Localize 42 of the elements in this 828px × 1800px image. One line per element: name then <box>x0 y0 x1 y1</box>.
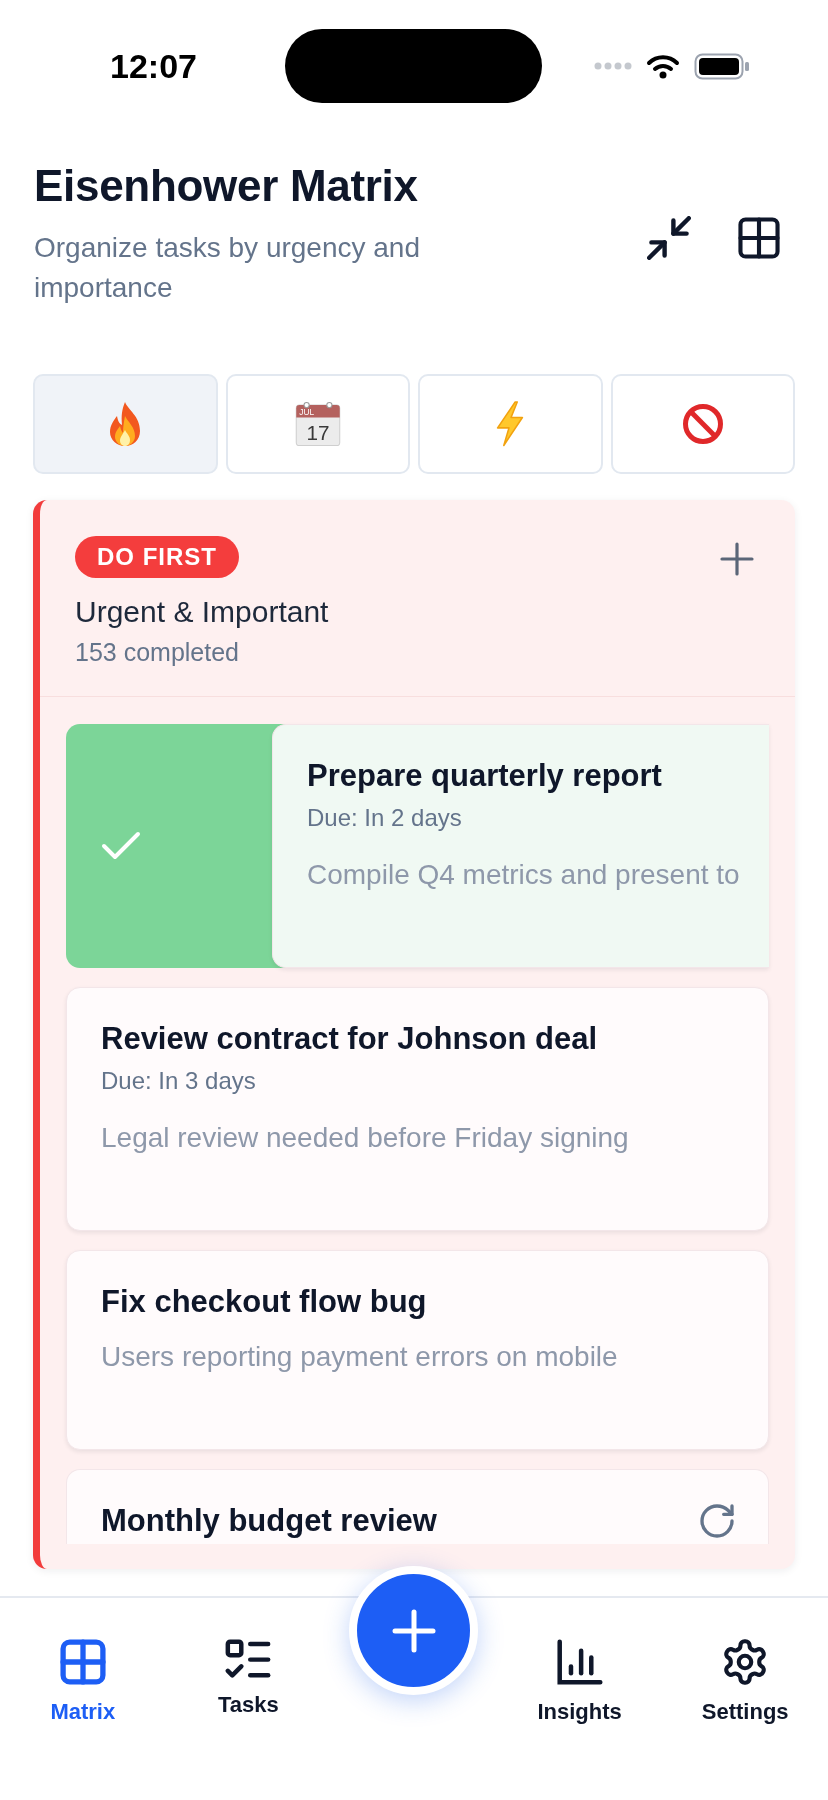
task-title: Review contract for Johnson deal <box>101 1020 598 1058</box>
calendar-icon: JUL 17 <box>294 402 341 446</box>
task-description: Compile Q4 metrics and present to <box>307 858 741 892</box>
task-card[interactable]: Fix checkout flow bug Users reporting payment errors on mobile <box>66 1250 769 1450</box>
nav-tab[interactable]: Tasks <box>218 1639 279 1718</box>
minimize-icon[interactable] <box>647 216 691 260</box>
task-card[interactable]: Monthly budget review <box>66 1469 769 1544</box>
priority-badge: DO FIRST <box>75 536 239 578</box>
prohibited-icon <box>681 403 724 445</box>
battery-icon <box>694 52 750 80</box>
bar-chart-icon <box>556 1639 603 1685</box>
quadrant-tab[interactable] <box>610 374 795 474</box>
wifi-icon <box>646 53 680 79</box>
quadrant-tab[interactable] <box>33 374 218 474</box>
due-date: Due: In 3 days <box>101 1066 257 1096</box>
grid-icon <box>59 1639 106 1685</box>
plus-icon <box>392 1608 436 1653</box>
signal-icon <box>594 62 632 70</box>
grid-icon[interactable] <box>738 217 780 259</box>
fire-icon <box>109 401 142 447</box>
task-description: Users reporting payment errors on mobile <box>101 1340 619 1374</box>
status-time: 12:07 <box>110 46 197 86</box>
due-date: Due: In 2 days <box>307 803 463 833</box>
quadrant-title: Urgent & Important <box>75 594 329 630</box>
task-card[interactable]: Prepare quarterly report Due: In 2 days Compile Q4 metrics and present to <box>272 724 769 968</box>
quadrant-tab[interactable]: JUL 17 <box>225 374 410 474</box>
page-title: Eisenhower Matrix <box>34 160 419 212</box>
settings-icon <box>723 1639 768 1685</box>
plus-icon[interactable] <box>720 542 754 576</box>
check-icon <box>101 831 141 861</box>
checklist-icon <box>225 1639 272 1678</box>
nav-tab[interactable]: Settings <box>701 1639 789 1725</box>
nav-tab[interactable]: Matrix <box>50 1639 116 1725</box>
task-title: Prepare quarterly report <box>307 757 662 795</box>
lightning-icon <box>496 401 525 447</box>
task-description: Legal review needed before Friday signing <box>101 1121 630 1155</box>
task-card[interactable]: Review contract for Johnson deal Due: In 3 days Legal review needed before Friday signing <box>66 987 769 1231</box>
completed-count: 153 completed <box>75 637 239 668</box>
nav-tab[interactable]: Insights <box>537 1639 622 1725</box>
task-title: Fix checkout flow bug <box>101 1283 427 1321</box>
task-title: Monthly budget review <box>101 1502 437 1540</box>
page-subtitle: Organize tasks by urgency and importance <box>34 231 421 305</box>
